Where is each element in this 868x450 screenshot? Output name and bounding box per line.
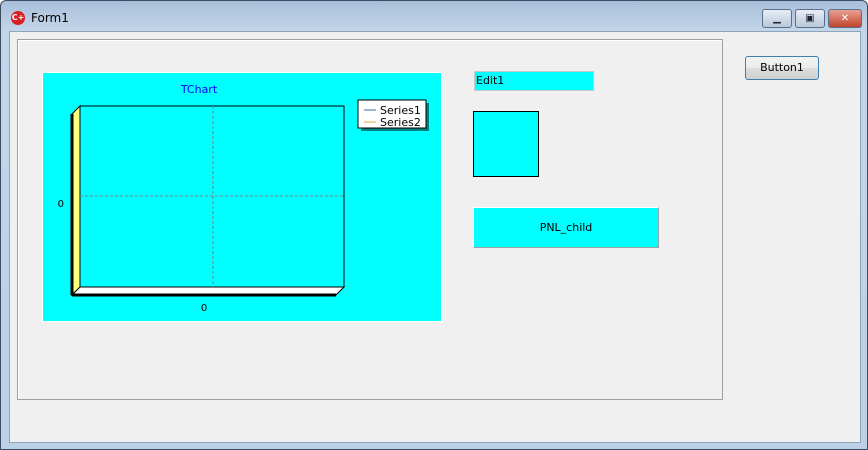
close-icon: ✕ <box>840 13 850 24</box>
main-window: C+ Form1 ▁ ▣ ✕ TChart 0 0 Series1 Series… <box>0 0 868 450</box>
edit1-input[interactable]: Edit1 <box>474 71 594 91</box>
main-panel: TChart 0 0 Series1 Series2 Edit1 PNL_chi… <box>17 39 723 400</box>
tchart[interactable]: TChart 0 0 Series1 Series2 <box>42 72 442 322</box>
close-button[interactable]: ✕ <box>828 9 862 28</box>
app-icon: C+ <box>11 11 25 25</box>
button1[interactable]: Button1 <box>745 56 819 80</box>
y-tick-label: 0 <box>58 199 64 210</box>
pnl-child: PNL_child <box>473 207 659 248</box>
form-client: TChart 0 0 Series1 Series2 Edit1 PNL_chi… <box>9 31 861 443</box>
maximize-icon: ▣ <box>805 13 815 24</box>
x-tick-label: 0 <box>201 303 207 314</box>
minimize-button[interactable]: ▁ <box>762 9 792 28</box>
window-title: Form1 <box>31 11 69 25</box>
maximize-button[interactable]: ▣ <box>795 9 825 28</box>
shape1 <box>473 111 539 177</box>
chart-title: TChart <box>180 83 218 96</box>
minimize-icon: ▁ <box>773 13 781 24</box>
chart-svg: TChart 0 0 Series1Series2 <box>58 83 429 314</box>
legend-label: Series2 <box>380 116 421 129</box>
